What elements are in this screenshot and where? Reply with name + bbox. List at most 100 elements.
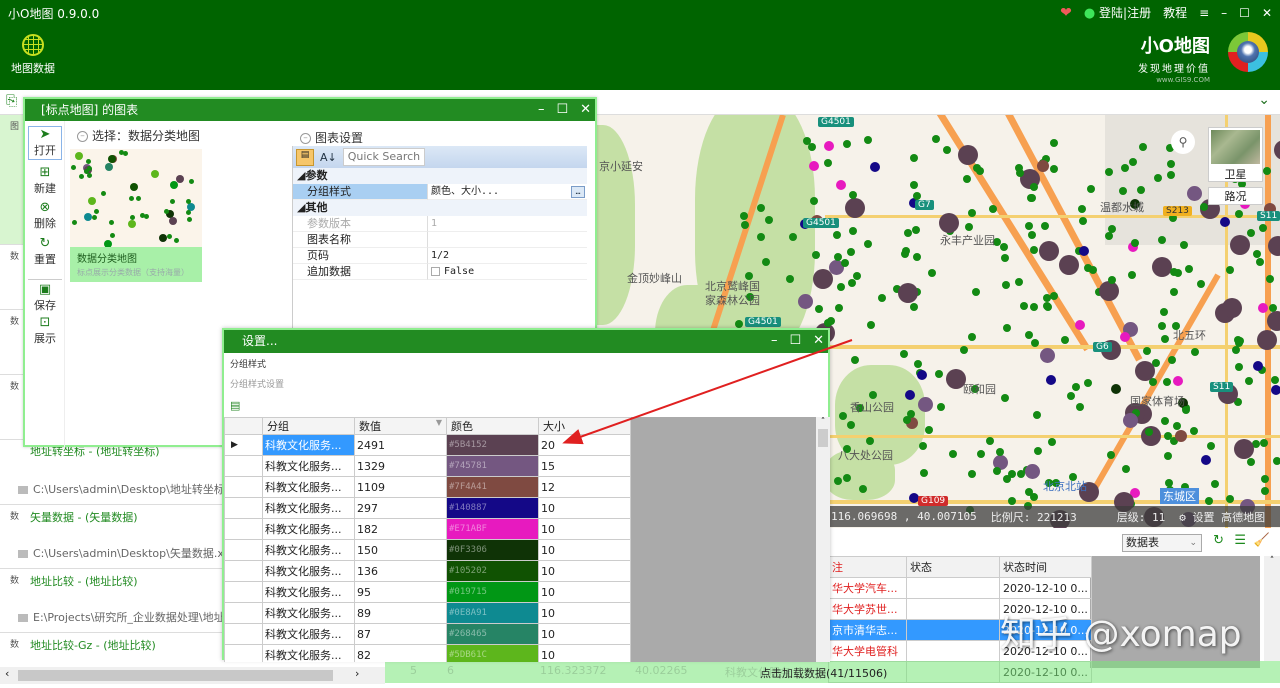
map-marker[interactable] — [914, 360, 923, 369]
list-item[interactable]: 数 矢量数据 - (矢量数据) C:\Users\admin\Desktop\矢… — [0, 505, 225, 569]
map-marker[interactable] — [834, 476, 843, 485]
map-marker[interactable] — [867, 320, 876, 329]
map-marker[interactable] — [1030, 245, 1039, 254]
save-button[interactable]: ▣ 保存 — [28, 279, 62, 313]
map-marker[interactable] — [899, 349, 908, 358]
map-marker[interactable] — [919, 442, 928, 451]
row-indicator[interactable] — [224, 602, 263, 624]
preview-button[interactable]: ⊡ 展示 — [28, 316, 62, 346]
group-cell[interactable]: 科教文化服务... — [262, 623, 355, 645]
map-marker[interactable] — [1058, 254, 1079, 275]
map-marker[interactable] — [812, 250, 821, 259]
map-marker[interactable] — [1167, 356, 1176, 365]
map-marker[interactable] — [1036, 160, 1049, 173]
map-marker[interactable] — [1229, 235, 1250, 256]
table-row[interactable]: 科教文化服务... 89 #0E8A91 10 — [224, 602, 631, 624]
chart-window-titlebar[interactable]: [标点地图] 的图表 – ☐ ✕ — [25, 99, 595, 121]
map-marker[interactable] — [1041, 222, 1050, 231]
map-marker[interactable] — [789, 232, 798, 241]
collapse-icon[interactable]: – — [300, 133, 311, 144]
category-params[interactable]: ◢ 参数 — [293, 168, 587, 184]
map-marker[interactable] — [949, 449, 958, 458]
table-row[interactable]: 科教文化服务... 87 #268465 10 — [224, 623, 631, 645]
map-marker[interactable] — [870, 161, 881, 172]
map-marker[interactable] — [927, 269, 936, 277]
property-chart-name[interactable]: 图表名称 — [293, 232, 587, 248]
note-cell[interactable]: 华大学电管科 — [828, 640, 907, 662]
minimize-button[interactable]: – — [771, 330, 778, 352]
value-cell[interactable]: 95 — [354, 581, 447, 603]
size-cell[interactable]: 10 — [538, 518, 631, 540]
settings-dialog-titlebar[interactable]: 设置... – ☐ ✕ — [224, 330, 828, 353]
map-marker[interactable] — [1086, 185, 1095, 194]
map-marker[interactable] — [912, 226, 921, 235]
append-checkbox[interactable] — [431, 266, 440, 276]
map-marker[interactable] — [938, 213, 959, 234]
maximize-button[interactable]: ☐ — [556, 99, 568, 121]
table-row[interactable]: 科教文化服务... 150 #0F3306 10 — [224, 539, 631, 561]
map-marker[interactable] — [936, 402, 945, 411]
size-cell[interactable]: 20 — [538, 434, 631, 456]
size-cell[interactable]: 10 — [538, 560, 631, 582]
map-marker[interactable] — [1235, 338, 1244, 347]
map-marker[interactable] — [904, 390, 915, 401]
map-marker[interactable] — [968, 469, 977, 478]
map-marker[interactable] — [912, 191, 921, 200]
map-marker[interactable] — [1186, 185, 1202, 201]
table-row[interactable]: 华大学汽车... 2020-12-10 0... — [828, 577, 1092, 599]
map-marker[interactable] — [840, 258, 849, 267]
size-cell[interactable]: 12 — [538, 476, 631, 498]
map-marker[interactable] — [1173, 376, 1184, 387]
map-marker[interactable] — [1061, 335, 1070, 344]
row-indicator[interactable] — [224, 581, 263, 603]
table-row[interactable]: 科教文化服务... 1329 #745781 15 — [224, 455, 631, 477]
vertical-scrollbar[interactable]: ˄ — [816, 417, 830, 662]
map-marker[interactable] — [971, 288, 980, 297]
group-cell[interactable]: 科教文化服务... — [262, 497, 355, 519]
map-marker[interactable] — [1002, 324, 1011, 333]
close-button[interactable]: ✕ — [813, 330, 824, 352]
collapse-icon[interactable]: – — [77, 131, 88, 142]
note-cell[interactable]: 华大学汽车... — [828, 577, 907, 599]
map-marker[interactable] — [1045, 375, 1056, 386]
list-item[interactable]: 数 地址比较 - (地址比较) E:\Projects\研究所_企业数据处理\地… — [0, 569, 225, 633]
scroll-left-icon[interactable]: ‹ — [5, 667, 9, 680]
map-marker[interactable] — [1226, 265, 1235, 274]
delete-button[interactable]: ⊗ 删除 — [28, 201, 62, 231]
map-marker[interactable] — [847, 247, 856, 256]
map-marker[interactable] — [1270, 385, 1280, 396]
categorized-icon[interactable]: ▤ — [296, 148, 314, 166]
map-marker[interactable] — [1185, 264, 1194, 273]
list-item[interactable]: 数 地址比较-Gz - (地址比较) — [0, 633, 225, 667]
table-row[interactable]: 科教文化服务... 297 #140887 10 — [224, 497, 631, 519]
column-header[interactable]: 注 — [828, 556, 907, 578]
value-cell[interactable]: 182 — [354, 518, 447, 540]
size-cell[interactable]: 10 — [538, 602, 631, 624]
map-marker[interactable] — [1039, 241, 1060, 262]
map-marker[interactable] — [1066, 392, 1075, 401]
tutorial-link[interactable]: 教程 — [1163, 4, 1187, 21]
color-cell[interactable]: #105202 — [446, 560, 539, 582]
map-marker[interactable] — [1160, 335, 1169, 344]
vertical-scrollbar[interactable]: ˄ — [1264, 556, 1280, 661]
value-cell[interactable]: 150 — [354, 539, 447, 561]
map-marker[interactable] — [992, 467, 1001, 476]
map-marker[interactable] — [823, 319, 832, 328]
category-other[interactable]: ◢ 其他 — [293, 200, 587, 216]
map-marker[interactable] — [1244, 377, 1253, 386]
map-marker[interactable] — [844, 197, 865, 218]
map-marker[interactable] — [764, 215, 773, 224]
table-row[interactable]: 科教文化服务... 95 #019715 10 — [224, 581, 631, 603]
map-marker[interactable] — [1200, 455, 1211, 466]
map-marker[interactable] — [864, 136, 873, 145]
heart-icon[interactable]: ❤ — [1060, 5, 1072, 21]
size-cell[interactable]: 10 — [538, 644, 631, 662]
map-marker[interactable] — [808, 160, 819, 171]
map-marker[interactable] — [851, 355, 860, 364]
map-marker[interactable] — [1076, 403, 1085, 412]
map-marker[interactable] — [1122, 412, 1138, 428]
map-marker[interactable] — [1050, 164, 1059, 173]
group-cell[interactable]: 科教文化服务... — [262, 602, 355, 624]
column-header[interactable]: 分组 — [262, 417, 355, 435]
map-marker[interactable] — [1033, 410, 1042, 419]
